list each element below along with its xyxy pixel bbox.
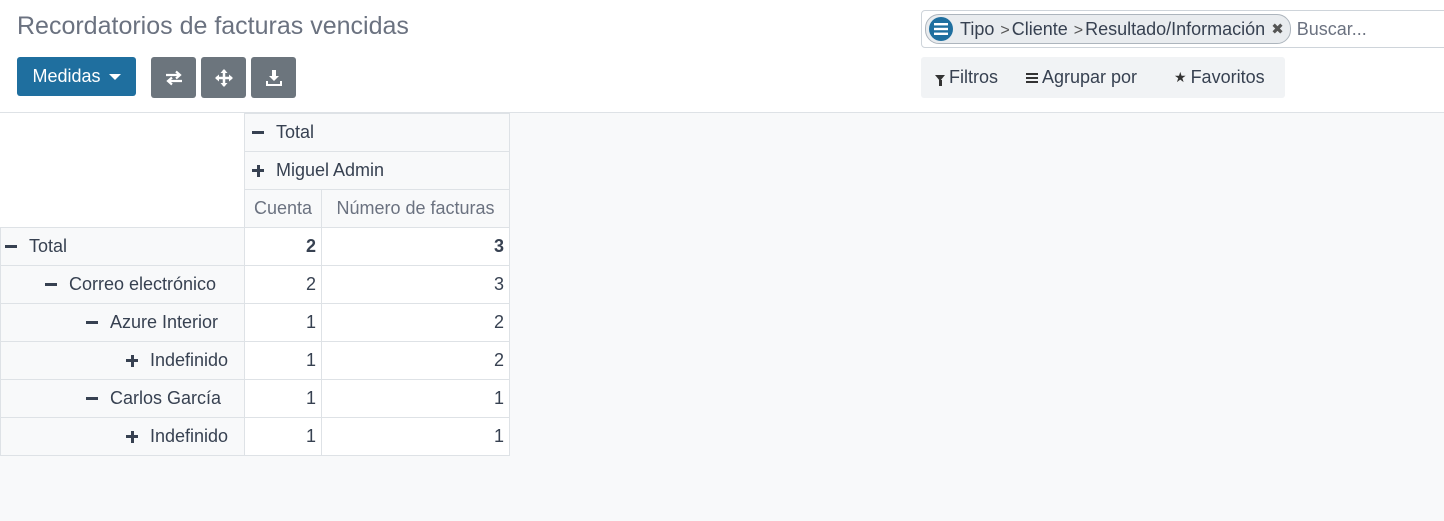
list-icon <box>1026 72 1038 83</box>
row-header-label: Carlos García <box>110 388 222 408</box>
row-header[interactable]: Correo electrónico <box>0 265 245 304</box>
expand-icon <box>126 430 138 443</box>
table-row: Indefinido 1 1 <box>0 417 510 456</box>
cell-count[interactable]: 1 <box>244 303 322 342</box>
search-facet[interactable]: Tipo > Cliente > Resultado/Información ✖ <box>925 14 1291 44</box>
search-options-bar: Filtros Agrupar por ★ Favoritos <box>921 57 1285 98</box>
collapse-icon <box>86 397 98 400</box>
table-row: Indefinido 1 2 <box>0 341 510 380</box>
filters-toggle[interactable]: Filtros <box>935 57 998 98</box>
star-icon: ★ <box>1174 69 1187 85</box>
expand-icon <box>252 164 264 177</box>
cell-count[interactable]: 1 <box>244 379 322 418</box>
cell-invoices[interactable]: 3 <box>321 227 510 266</box>
flip-axis-button[interactable] <box>151 57 196 98</box>
group-by-toggle[interactable]: Agrupar por <box>1026 57 1137 98</box>
search-input[interactable] <box>1294 17 1405 41</box>
table-row: Azure Interior 1 2 <box>0 303 510 342</box>
facet-values: Tipo > Cliente > Resultado/Información <box>960 19 1265 40</box>
row-header[interactable]: Azure Interior <box>0 303 245 342</box>
expand-icon <box>126 354 138 367</box>
page-title: Recordatorios de facturas vencidas <box>17 12 409 40</box>
measures-dropdown-button[interactable]: Medidas <box>17 57 136 96</box>
favorites-label: Favoritos <box>1190 67 1265 87</box>
swap-axes-icon <box>165 70 182 85</box>
cell-count[interactable]: 1 <box>244 341 322 380</box>
row-header[interactable]: Carlos García <box>0 379 245 418</box>
measure-header-invoices[interactable]: Número de facturas <box>321 189 510 228</box>
remove-facet-icon[interactable]: ✖ <box>1271 20 1284 38</box>
favorites-toggle[interactable]: ★ Favoritos <box>1174 57 1265 98</box>
row-header[interactable]: Indefinido <box>0 417 245 456</box>
collapse-icon <box>252 131 264 134</box>
facet-part: Resultado/Información <box>1085 18 1266 39</box>
cell-invoices[interactable]: 1 <box>321 379 510 418</box>
row-header[interactable]: Total <box>0 227 245 266</box>
cell-invoices[interactable]: 1 <box>321 417 510 456</box>
cell-count[interactable]: 2 <box>244 227 322 266</box>
control-panel: Recordatorios de facturas vencidas Medid… <box>0 0 1444 113</box>
download-button[interactable] <box>251 57 296 98</box>
pivot-table: Total Miguel Admin Cuenta Número de fact… <box>0 113 510 456</box>
table-row: Correo electrónico 2 3 <box>0 265 510 304</box>
row-header-label: Indefinido <box>150 426 229 446</box>
caret-down-icon <box>108 73 121 80</box>
expand-all-button[interactable] <box>201 57 246 98</box>
col-header-group[interactable]: Miguel Admin <box>244 151 510 190</box>
measure-header-count[interactable]: Cuenta <box>244 189 322 228</box>
col-header-group-label: Miguel Admin <box>276 160 385 180</box>
cell-count[interactable]: 1 <box>244 417 322 456</box>
row-header-label: Indefinido <box>150 350 229 370</box>
collapse-icon <box>86 321 98 324</box>
table-row: Carlos García 1 1 <box>0 379 510 418</box>
row-header-label: Total <box>29 236 68 256</box>
cell-invoices[interactable]: 3 <box>321 265 510 304</box>
facet-part: Tipo <box>960 18 995 39</box>
cell-invoices[interactable]: 2 <box>321 341 510 380</box>
col-header-total[interactable]: Total <box>244 113 510 152</box>
row-header-label: Correo electrónico <box>69 274 217 294</box>
group-by-label: Agrupar por <box>1042 67 1138 87</box>
collapse-icon <box>5 245 17 248</box>
cell-count[interactable]: 2 <box>244 265 322 304</box>
filter-icon <box>935 74 945 86</box>
search-bar[interactable]: Tipo > Cliente > Resultado/Información ✖ <box>921 10 1444 48</box>
group-by-icon <box>929 17 953 41</box>
separator-chevron-icon: > <box>1073 21 1084 39</box>
collapse-icon <box>45 283 57 286</box>
separator-chevron-icon: > <box>1000 21 1010 39</box>
pivot-corner <box>0 113 245 228</box>
row-header[interactable]: Indefinido <box>0 341 245 380</box>
table-row: Total 2 3 <box>0 227 510 266</box>
filters-label: Filtros <box>949 67 998 87</box>
download-icon <box>265 69 282 86</box>
cell-invoices[interactable]: 2 <box>321 303 510 342</box>
row-header-label: Azure Interior <box>110 312 219 332</box>
measures-label: Medidas <box>32 66 101 86</box>
col-header-total-label: Total <box>276 122 315 142</box>
facet-part: Cliente <box>1011 18 1068 39</box>
expand-all-icon <box>214 68 233 87</box>
